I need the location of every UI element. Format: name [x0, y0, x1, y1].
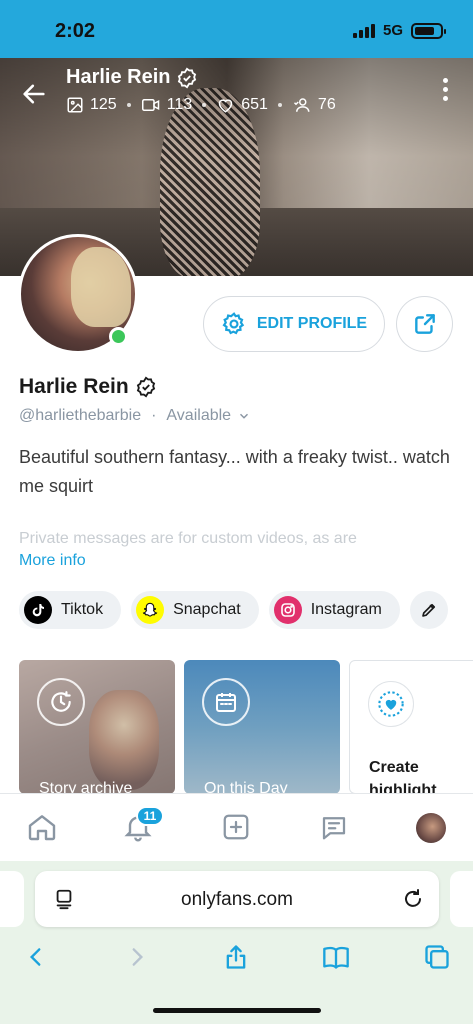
url-text: onlyfans.com [181, 889, 293, 910]
fans-count: 76 [292, 96, 336, 114]
reload-icon[interactable] [401, 887, 425, 911]
status-indicators: 5G [352, 22, 446, 39]
back-arrow-icon[interactable] [20, 80, 48, 108]
fans-icon [293, 98, 310, 112]
clock-icon [37, 678, 85, 726]
profile-bio-truncated: Private messages are for custom videos, … [19, 530, 357, 547]
share-icon [414, 314, 435, 334]
verified-icon [178, 67, 197, 88]
profile-handle: @harliethebarbie [19, 407, 142, 424]
more-info-link[interactable]: More info [19, 552, 86, 570]
create-highlight-card[interactable]: Create highlight [349, 660, 473, 794]
gear-icon [222, 312, 245, 335]
separator-dot: · [151, 407, 157, 424]
header-stats: 125 113 651 76 [66, 96, 336, 114]
social-chip-instagram[interactable]: Instagram [268, 591, 400, 629]
heart-icon [368, 681, 414, 727]
home-indicator [153, 1008, 321, 1013]
bookmarks-icon[interactable] [320, 941, 352, 973]
pencil-icon [422, 603, 435, 617]
social-chip-snapchat[interactable]: Snapchat [131, 591, 259, 629]
videos-count: 113 [141, 96, 192, 114]
back-icon[interactable] [20, 941, 52, 973]
snapchat-icon [136, 596, 165, 624]
likes-count: 651 [216, 96, 268, 114]
signal-icon [352, 23, 375, 38]
status-time: 2:02 [55, 20, 96, 42]
battery-icon [411, 22, 446, 39]
status-bar: 2:02 5G [0, 0, 473, 58]
profile-name: Harlie Rein [19, 375, 129, 398]
next-tab[interactable] [450, 871, 473, 927]
profile-bio: Beautiful southern fantasy... with a fre… [19, 447, 450, 496]
share-icon[interactable] [220, 941, 252, 973]
notifications-badge: 11 [136, 806, 164, 826]
messages-icon[interactable] [317, 810, 351, 844]
share-button[interactable] [396, 296, 453, 352]
social-links: Tiktok Snapchat Instagram [19, 591, 448, 629]
network-type: 5G [382, 22, 403, 39]
edit-profile-label: EDIT PROFILE [256, 315, 368, 332]
forward-icon[interactable] [121, 941, 153, 973]
header-title: Harlie Rein [66, 66, 198, 89]
highlight-on-this-day[interactable]: On this Day [184, 660, 340, 794]
images-count: 125 [66, 96, 117, 114]
edit-profile-button[interactable]: EDIT PROFILE [203, 296, 385, 352]
highlight-story-archive[interactable]: Story archive [19, 660, 175, 794]
chevron-down-icon [240, 413, 249, 419]
profile-handle-row: @harliethebarbie · Available [19, 407, 251, 425]
social-chip-tiktok[interactable]: Tiktok [19, 591, 122, 629]
previous-tab[interactable] [0, 871, 24, 927]
home-icon[interactable] [25, 810, 59, 844]
profile-avatar-icon[interactable] [416, 813, 446, 843]
add-post-icon[interactable] [219, 810, 253, 844]
tabs-icon[interactable] [421, 941, 453, 973]
tiktok-icon [24, 596, 52, 624]
heart-icon [218, 99, 233, 113]
verified-icon [136, 376, 155, 398]
image-icon [67, 97, 83, 113]
profile-name-row: Harlie Rein [19, 375, 157, 399]
address-bar[interactable]: onlyfans.com [35, 871, 439, 927]
calendar-icon [202, 678, 250, 726]
availability-dropdown[interactable]: Available [166, 407, 251, 425]
browser-toolbar: onlyfans.com [0, 861, 473, 1024]
instagram-icon [273, 596, 302, 624]
header-name: Harlie Rein [66, 66, 171, 88]
more-options-icon[interactable] [440, 78, 450, 104]
video-icon [141, 99, 159, 111]
online-status-dot [109, 327, 128, 346]
bottom-nav: 11 [0, 793, 473, 861]
edit-social-links-button[interactable] [409, 591, 448, 629]
